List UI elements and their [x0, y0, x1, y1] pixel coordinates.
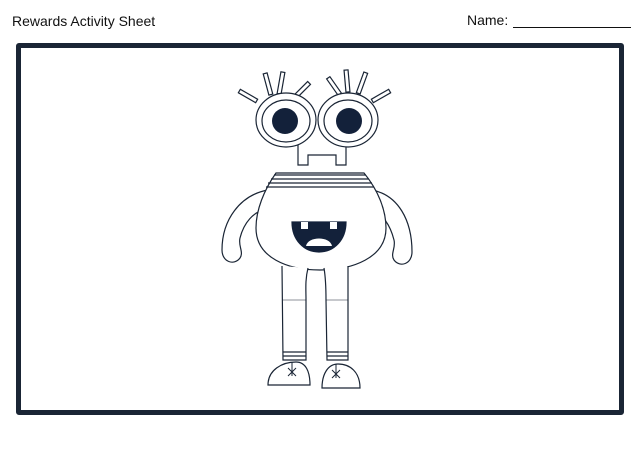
right-leg	[323, 266, 349, 361]
left-eye	[255, 92, 317, 148]
right-shoe	[321, 363, 361, 389]
monster-illustration	[221, 69, 413, 389]
right-eye	[317, 92, 379, 148]
left-leg	[281, 265, 309, 361]
left-shoe	[267, 361, 311, 386]
